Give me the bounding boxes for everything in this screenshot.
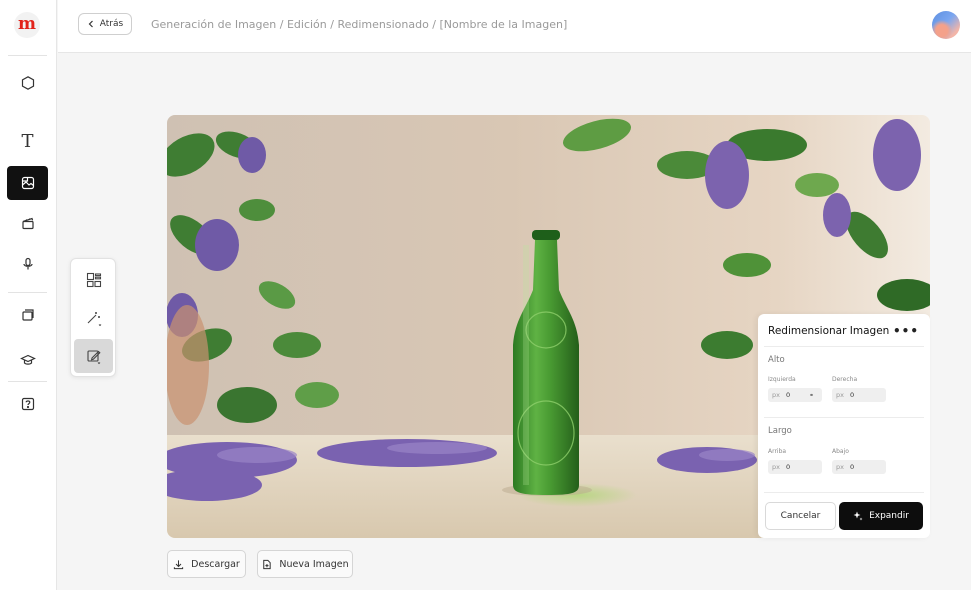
- layers-icon: [21, 309, 34, 321]
- sidebar-item-gallery[interactable]: [7, 298, 48, 332]
- edit-tool-button[interactable]: [74, 339, 113, 373]
- unit-label: px: [836, 463, 844, 471]
- magic-wand-icon: [87, 312, 101, 327]
- sparkle-icon: [853, 511, 863, 521]
- unit-label: px: [772, 463, 780, 471]
- hexagon-icon: [21, 76, 34, 90]
- unit-label: px: [836, 391, 844, 399]
- cancel-button[interactable]: Cancelar: [765, 502, 836, 530]
- right-label: Derecha: [832, 376, 858, 383]
- avatar[interactable]: [932, 11, 960, 39]
- bottom-padding-value: 0: [850, 463, 855, 471]
- text-t-icon: T: [21, 131, 34, 152]
- panel-divider: [764, 492, 924, 493]
- chevron-left-icon: [88, 20, 93, 28]
- sidebar: m T: [0, 0, 57, 590]
- expand-button-label: Expandir: [869, 511, 909, 521]
- sidebar-item-shape[interactable]: [7, 66, 48, 100]
- sidebar-item-image[interactable]: [7, 166, 48, 200]
- resize-image-panel: Redimensionar Imagen ••• Alto Izquierda …: [758, 314, 930, 538]
- brand-logo-letter: m: [18, 13, 36, 34]
- largo-section-label: Largo: [768, 426, 792, 436]
- breadcrumb: Generación de Imagen / Edición / Redimen…: [151, 18, 568, 31]
- panel-title: Redimensionar Imagen: [768, 325, 890, 337]
- sidebar-divider: [8, 55, 47, 56]
- expand-button[interactable]: Expandir: [839, 502, 923, 530]
- help-icon: [21, 397, 34, 411]
- layout-tool-button[interactable]: [74, 263, 113, 297]
- sidebar-item-help[interactable]: [7, 387, 48, 421]
- panel-divider: [764, 417, 924, 418]
- more-options-icon[interactable]: •••: [893, 324, 919, 338]
- brand-logo[interactable]: m: [14, 12, 40, 38]
- download-icon: [174, 559, 184, 569]
- sidebar-divider: [8, 292, 47, 293]
- bottom-label: Abajo: [832, 448, 849, 455]
- top-label: Arriba: [768, 448, 787, 455]
- link-icon[interactable]: ⚭: [809, 392, 814, 399]
- right-padding-value: 0: [850, 391, 855, 399]
- back-button-label: Atrás: [99, 19, 124, 29]
- graduation-cap-icon: [19, 354, 36, 365]
- bottom-padding-input[interactable]: px 0: [832, 460, 886, 474]
- new-image-button[interactable]: Nueva Imagen: [257, 550, 353, 578]
- sidebar-divider: [8, 381, 47, 382]
- new-image-icon: [263, 559, 272, 569]
- sidebar-item-video[interactable]: [7, 206, 48, 240]
- edit-tools-panel: [70, 258, 116, 377]
- top-padding-value: 0: [786, 463, 791, 471]
- clapperboard-icon: [21, 217, 34, 230]
- microphone-icon: [22, 257, 33, 270]
- left-padding-value: 0: [786, 391, 791, 399]
- download-button-label: Descargar: [191, 558, 240, 570]
- magic-wand-tool-button[interactable]: [74, 301, 113, 335]
- download-button[interactable]: Descargar: [167, 550, 246, 578]
- new-image-button-label: Nueva Imagen: [279, 558, 349, 570]
- layout-grid-icon: [86, 272, 101, 288]
- alto-section-label: Alto: [768, 355, 785, 365]
- left-label: Izquierda: [768, 376, 796, 383]
- image-icon: [21, 176, 34, 190]
- top-header: Atrás Generación de Imagen / Edición / R…: [58, 0, 971, 53]
- back-button[interactable]: Atrás: [78, 13, 132, 35]
- unit-label: px: [772, 391, 780, 399]
- sidebar-item-text[interactable]: T: [7, 125, 48, 159]
- panel-divider: [764, 346, 924, 347]
- sidebar-item-learning[interactable]: [7, 343, 48, 377]
- edit-square-icon: [86, 350, 101, 365]
- right-padding-input[interactable]: px 0: [832, 388, 886, 402]
- top-padding-input[interactable]: px 0: [768, 460, 822, 474]
- left-padding-input[interactable]: px 0 ⚭: [768, 388, 822, 402]
- sidebar-item-audio[interactable]: [7, 247, 48, 281]
